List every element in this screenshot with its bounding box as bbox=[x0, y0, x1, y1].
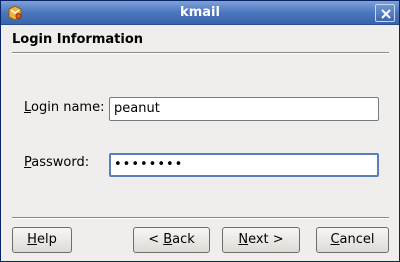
close-icon bbox=[381, 9, 391, 19]
close-button[interactable] bbox=[375, 4, 395, 22]
password-label: Password: bbox=[24, 155, 90, 170]
footer-divider bbox=[12, 217, 389, 219]
password-input[interactable]: •••••••• bbox=[109, 153, 379, 177]
login-name-input[interactable]: peanut bbox=[109, 97, 379, 121]
title-bar[interactable]: kmail bbox=[1, 1, 399, 25]
back-button[interactable]: < Back bbox=[133, 227, 210, 253]
next-button[interactable]: Next > bbox=[222, 227, 300, 253]
help-button[interactable]: Help bbox=[12, 227, 72, 253]
header-divider bbox=[12, 52, 389, 54]
page-title: Login Information bbox=[12, 32, 144, 47]
cancel-button[interactable]: Cancel bbox=[316, 227, 389, 253]
dialog-window: kmail Login Information Login name: pean… bbox=[0, 0, 400, 262]
window-title: kmail bbox=[180, 5, 220, 20]
login-name-label: Login name: bbox=[24, 100, 105, 115]
